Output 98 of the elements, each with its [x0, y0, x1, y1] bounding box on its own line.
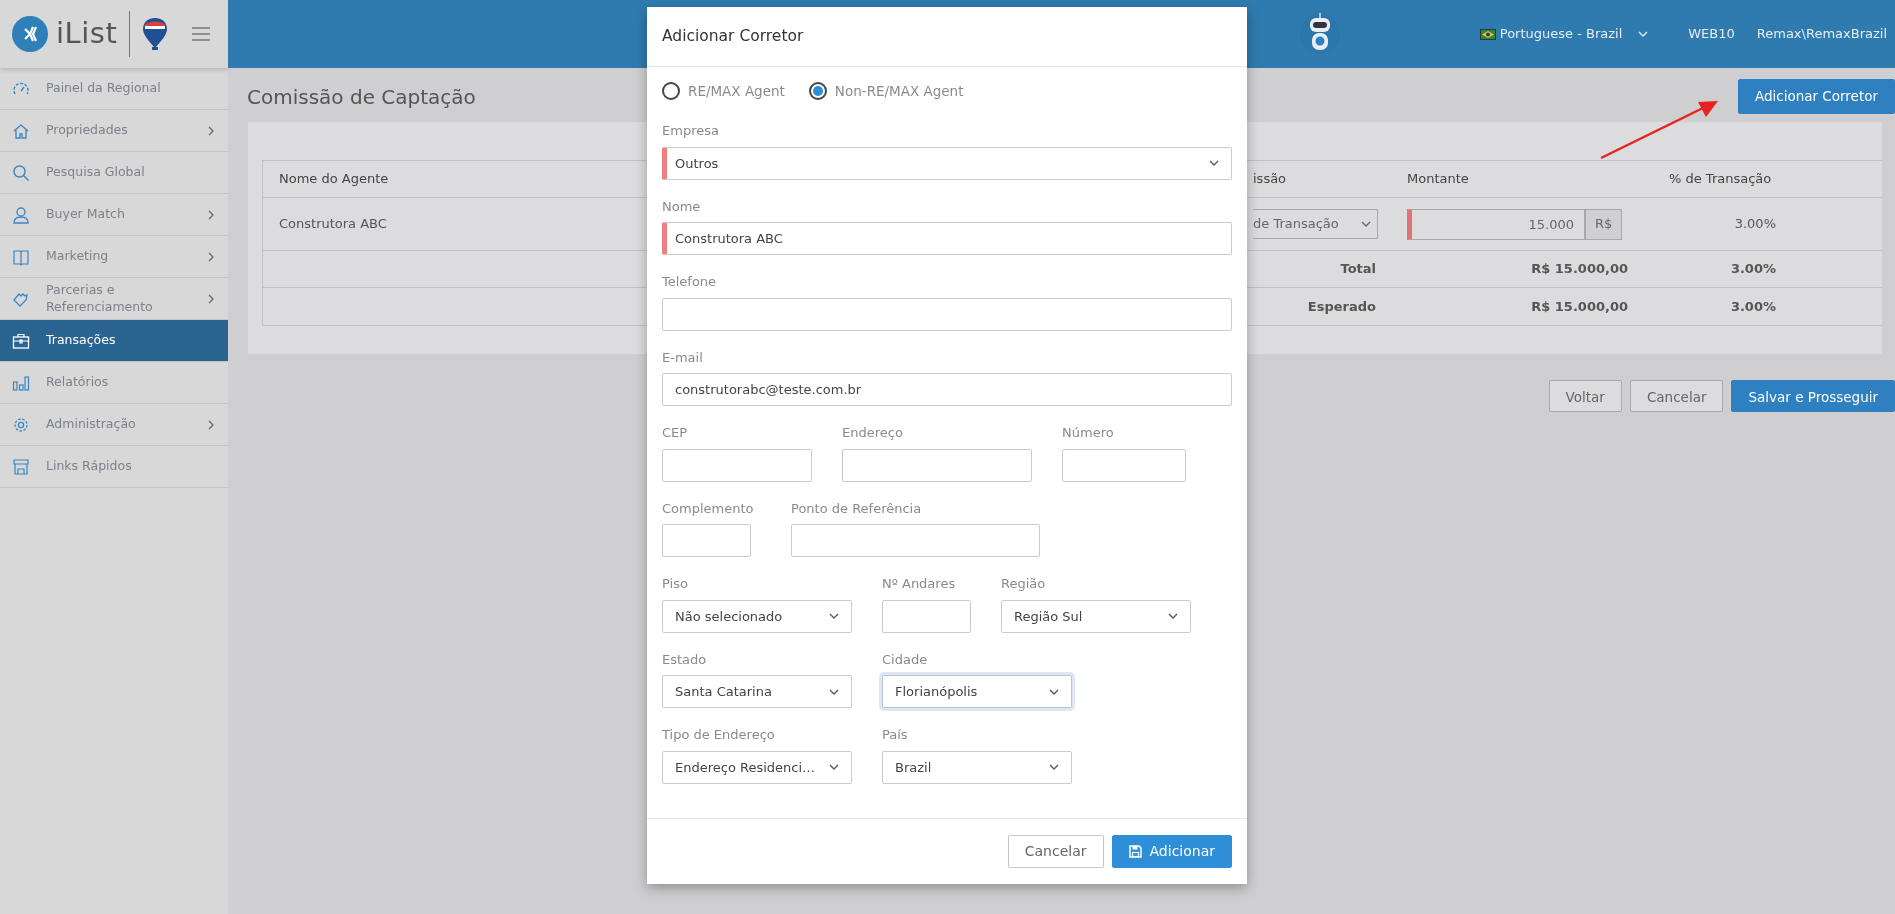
field-label: Cidade: [882, 650, 929, 669]
input-field[interactable]: [882, 599, 971, 633]
column-header: Nome do Agente: [278, 170, 390, 189]
field-label: Estado: [662, 650, 708, 669]
chevron-right-icon: [208, 419, 214, 430]
action-button[interactable]: Salvar e Prosseguir: [1731, 380, 1895, 412]
action-button[interactable]: Voltar: [1548, 380, 1622, 412]
logo-icon: [12, 16, 48, 52]
percent-value: 3.00%: [1733, 215, 1777, 234]
select-field[interactable]: Outros: [662, 146, 1232, 180]
logo-text: iList: [56, 15, 118, 53]
input-field[interactable]: [791, 524, 1040, 558]
input-field[interactable]: [662, 524, 751, 558]
select-field[interactable]: Florianópolis: [882, 675, 1072, 709]
total-percent: 3.00%: [1729, 260, 1777, 279]
save-icon: [1128, 845, 1142, 858]
radio-button[interactable]: [662, 82, 680, 101]
amount-field[interactable]: 15.000: [1407, 208, 1585, 240]
chevron-right-icon: [208, 209, 214, 220]
select-field[interactable]: Endereço Residenci…: [662, 750, 852, 784]
input-field[interactable]: [842, 448, 1032, 482]
search-icon: [12, 163, 30, 182]
radio-option[interactable]: RE/MAX Agent: [662, 81, 785, 102]
chevron-right-icon: [208, 125, 214, 136]
office-label: WEB10: [1688, 25, 1735, 44]
radio-button[interactable]: [808, 82, 827, 101]
type-select[interactable]: de Transação: [1253, 209, 1378, 239]
total-percent: 3.00%: [1729, 297, 1777, 316]
select-field[interactable]: Região Sul: [1001, 599, 1191, 633]
bar-chart-icon: [12, 373, 30, 392]
radio-option[interactable]: Non-RE/MAX Agent: [808, 81, 964, 102]
input-field[interactable]: [1062, 448, 1186, 482]
sidebar-item[interactable]: Pesquisa Global: [0, 152, 228, 194]
gear-icon: [12, 415, 30, 434]
field-label: Região: [1001, 575, 1047, 594]
sidebar-item[interactable]: Relatórios: [0, 362, 228, 404]
store-icon: [12, 457, 30, 476]
input-field[interactable]: Construtora ABC: [662, 222, 1232, 256]
sidebar-item[interactable]: Propriedades: [0, 110, 228, 152]
field-label: Nome: [662, 197, 702, 216]
chevron-down-icon: [1209, 160, 1219, 167]
chevron-down-icon: [1361, 221, 1371, 227]
chevron-down-icon: [1049, 688, 1059, 695]
add-button[interactable]: Adicionar: [1111, 835, 1232, 868]
total-label: Esperado: [1306, 297, 1377, 316]
input-field[interactable]: [662, 297, 1232, 331]
chevron-down-icon: [829, 613, 839, 620]
field-label: E-mail: [662, 348, 704, 367]
sidebar-item[interactable]: Transações: [0, 320, 228, 362]
sidebar-item[interactable]: Buyer Match: [0, 194, 228, 236]
field-label: Telefone: [662, 273, 718, 292]
cancel-button[interactable]: Cancelar: [1007, 835, 1104, 868]
language-selector[interactable]: Portuguese - Brazil: [1479, 24, 1649, 44]
chevron-right-icon: [208, 293, 214, 304]
field-label: CEP: [662, 424, 689, 443]
input-field[interactable]: [662, 448, 812, 482]
page-title: Comissão de Captação: [247, 83, 476, 111]
input-field[interactable]: construtorabc@teste.com.br: [662, 373, 1232, 407]
modal-title: Adicionar Corretor: [662, 25, 804, 47]
add-broker-button[interactable]: Adicionar Corretor: [1737, 79, 1895, 114]
total-amount: R$ 15.000,00: [1530, 297, 1629, 316]
field-label: Endereço: [842, 424, 904, 443]
user-name[interactable]: Remax\RemaxBrazil: [1756, 24, 1887, 44]
briefcase-icon: [12, 331, 30, 350]
field-label: Tipo de Endereço: [662, 726, 776, 745]
column-header: Montante: [1406, 170, 1470, 189]
chevron-down-icon: [1049, 764, 1059, 771]
total-amount: R$ 15.000,00: [1530, 260, 1629, 279]
chevron-down-icon: [829, 688, 839, 695]
field-label: Piso: [662, 575, 689, 594]
field-label: Nº Andares: [882, 575, 957, 594]
sidebar-item[interactable]: Marketing: [0, 236, 228, 278]
sidebar-item[interactable]: Painel da Regional: [0, 68, 228, 110]
book-icon: [12, 247, 30, 266]
select-field[interactable]: Santa Catarina: [662, 675, 852, 709]
menu-icon[interactable]: [192, 27, 211, 41]
sidebar-item[interactable]: Administração: [0, 404, 228, 446]
field-label: País: [882, 726, 909, 745]
total-label: Total: [1339, 260, 1377, 279]
field-label: Complemento: [662, 499, 751, 518]
column-header: issão: [1253, 170, 1288, 189]
field-label: Ponto de Referência: [791, 499, 923, 518]
chevron-right-icon: [208, 251, 214, 262]
sidebar-item[interactable]: Links Rápidos: [0, 446, 228, 488]
column-header: % de Transação: [1668, 170, 1773, 189]
field-label: Número: [1062, 424, 1115, 443]
balloon-icon: [142, 17, 169, 51]
flag-icon: [1479, 28, 1496, 40]
currency-addon: R$: [1585, 208, 1623, 240]
chevron-down-icon: [1638, 31, 1649, 37]
select-field[interactable]: Brazil: [882, 750, 1072, 784]
agent-name: Construtora ABC: [278, 215, 388, 234]
chevron-down-icon: [1168, 613, 1178, 620]
action-button[interactable]: Cancelar: [1629, 380, 1724, 412]
field-label: Empresa: [662, 122, 720, 141]
select-field[interactable]: Não selecionado: [662, 599, 852, 633]
chevron-down-icon: [829, 764, 839, 771]
person-icon: [12, 205, 30, 224]
